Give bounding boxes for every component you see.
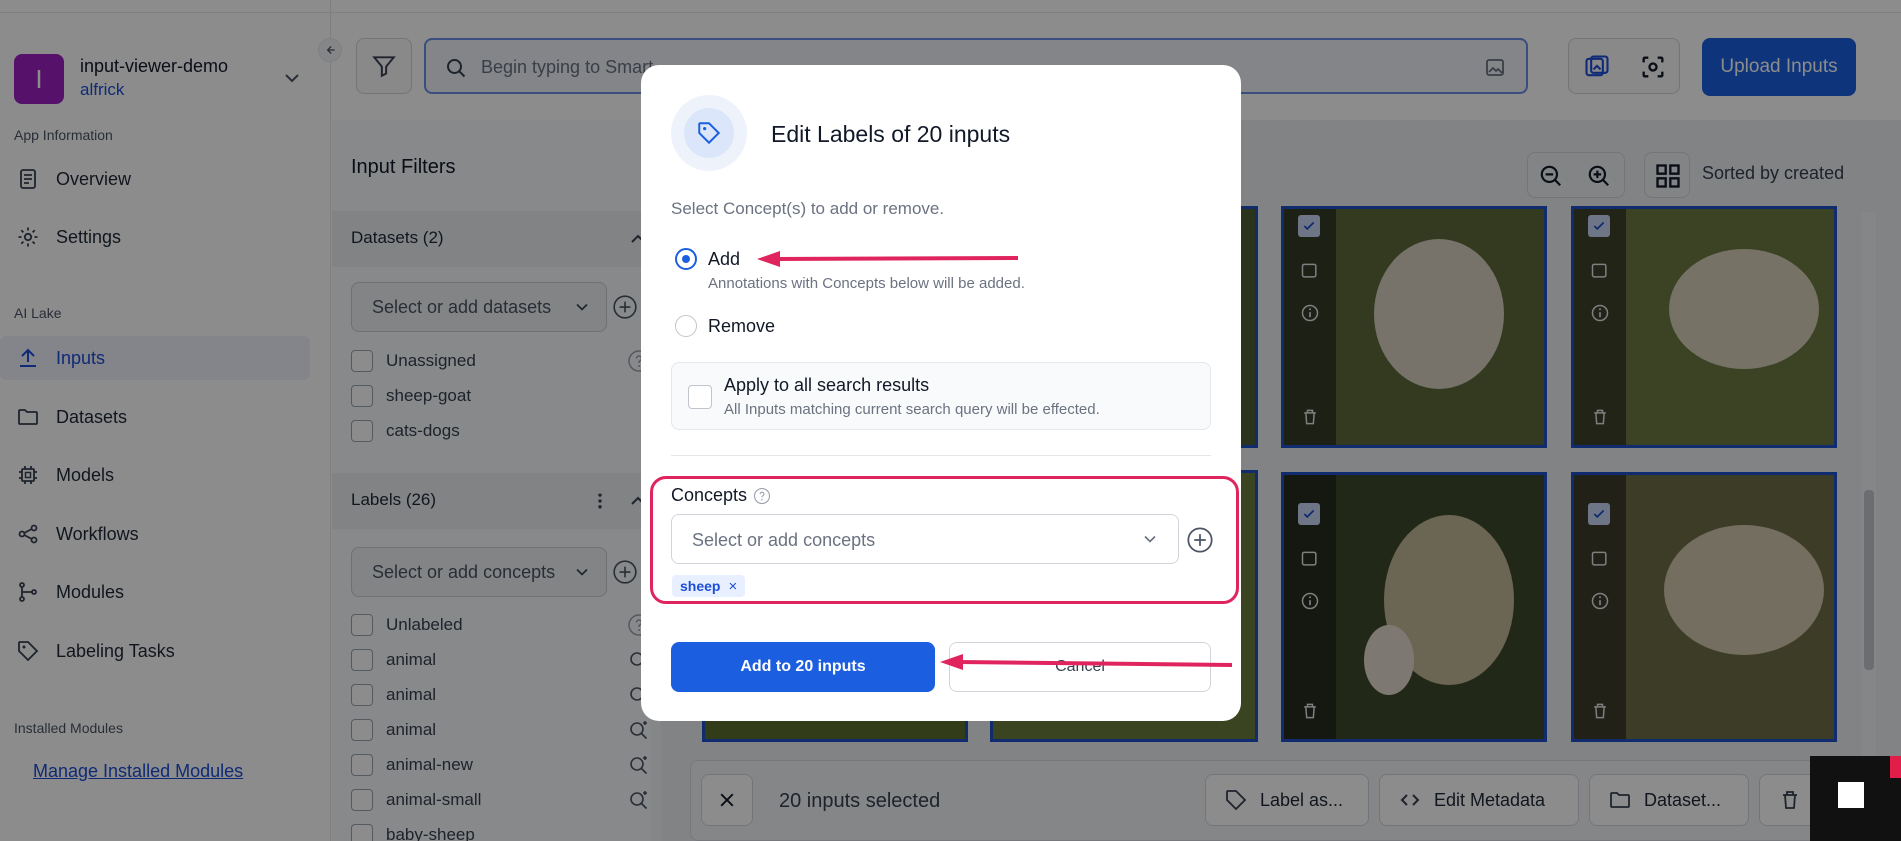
add-radio-label[interactable]: Add <box>708 249 740 270</box>
modal-icon-inner <box>684 108 734 158</box>
cancel-button[interactable]: Cancel <box>949 642 1211 692</box>
apply-all-description: All Inputs matching current search query… <box>724 401 1100 418</box>
concepts-label: Concepts <box>671 485 748 505</box>
corner-widget-marker <box>1890 756 1901 778</box>
corner-widget <box>1810 756 1901 841</box>
add-radio[interactable] <box>675 248 697 270</box>
chevron-down-icon <box>1144 535 1156 543</box>
concept-chip-label: sheep <box>680 578 721 594</box>
concept-chip-sheep: sheep × <box>672 575 746 597</box>
corner-widget-square <box>1838 782 1864 808</box>
tag-icon <box>698 122 721 145</box>
apply-all-option[interactable]: Apply to all search results All Inputs m… <box>671 362 1211 430</box>
add-concept-icon[interactable] <box>1186 526 1214 554</box>
apply-all-checkbox[interactable] <box>688 385 712 409</box>
remove-chip-icon[interactable]: × <box>728 578 737 595</box>
modal-subtitle: Select Concept(s) to add or remove. <box>671 199 945 218</box>
modal-title: Edit Labels of 20 inputs <box>771 121 1011 147</box>
add-radio-description: Annotations with Concepts below will be … <box>708 275 1025 292</box>
modal-divider <box>671 455 1211 456</box>
concepts-select-placeholder: Select or add concepts <box>692 530 876 550</box>
apply-all-title: Apply to all search results <box>724 375 930 395</box>
concepts-select[interactable]: Select or add concepts <box>671 514 1179 564</box>
remove-radio-label[interactable]: Remove <box>708 316 775 337</box>
add-to-inputs-button[interactable]: Add to 20 inputs <box>671 642 935 692</box>
remove-radio[interactable] <box>675 315 697 337</box>
modal-icon-badge <box>671 95 747 171</box>
help-icon[interactable] <box>753 487 771 505</box>
edit-labels-modal: Edit Labels of 20 inputs Select Concept(… <box>641 65 1241 721</box>
